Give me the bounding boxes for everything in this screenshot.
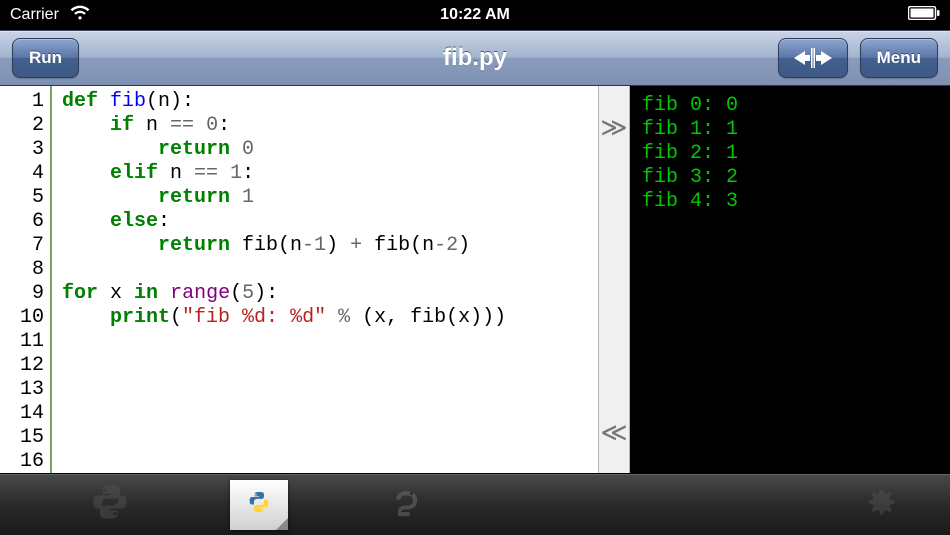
t: (n):	[146, 90, 194, 113]
t: :	[242, 162, 254, 185]
snake-icon	[388, 482, 428, 527]
t: :	[158, 210, 170, 233]
console-line: fib 3: 2	[642, 166, 938, 190]
t: )	[458, 234, 470, 257]
split-button[interactable]	[778, 38, 848, 78]
line-number: 6	[0, 210, 44, 234]
line-number: 2	[0, 114, 44, 138]
t: if	[110, 114, 134, 137]
t: 2	[446, 234, 458, 257]
t: (x, fib(x)))	[350, 306, 506, 329]
t: return	[158, 186, 230, 209]
line-number: 11	[0, 330, 44, 354]
editor-pane[interactable]: 1 2 3 4 5 6 7 8 9 10 11 12 13 14 15 16 d…	[0, 86, 598, 473]
line-number: 10	[0, 306, 44, 330]
t: 0	[242, 138, 254, 161]
console-output[interactable]: fib 0: 0fib 1: 1fib 2: 1fib 3: 2fib 4: 3	[630, 86, 950, 473]
split-arrows-icon	[793, 47, 833, 69]
t: else	[110, 210, 158, 233]
nav-bar: Run fib.py Menu	[0, 30, 950, 86]
t: for	[62, 282, 98, 305]
line-gutter: 1 2 3 4 5 6 7 8 9 10 11 12 13 14 15 16	[0, 86, 52, 473]
battery-icon	[908, 6, 940, 25]
status-bar: Carrier 10:22 AM	[0, 0, 950, 30]
carrier-label: Carrier	[10, 6, 59, 24]
t: return	[158, 234, 230, 257]
tab-settings[interactable]	[840, 481, 920, 529]
python-file-icon	[244, 484, 274, 525]
t: 1	[314, 234, 326, 257]
t	[326, 306, 338, 329]
t: n	[158, 162, 194, 185]
line-number: 16	[0, 450, 44, 473]
chevron-left-icon: ≪	[600, 419, 627, 445]
t: print	[110, 306, 170, 329]
t: elif	[110, 162, 158, 185]
t: in	[134, 282, 158, 305]
wifi-icon	[69, 5, 91, 26]
run-button[interactable]: Run	[12, 38, 79, 78]
t: (	[230, 282, 242, 305]
tab-bar	[0, 473, 950, 535]
t: ):	[254, 282, 278, 305]
t	[158, 282, 170, 305]
menu-button-label: Menu	[877, 48, 921, 68]
t: 5	[242, 282, 254, 305]
line-number: 13	[0, 378, 44, 402]
chevron-right-icon: ≫	[600, 114, 627, 140]
tab-console[interactable]	[368, 481, 448, 529]
t: def	[62, 90, 98, 113]
line-number: 14	[0, 402, 44, 426]
t: 0	[206, 114, 218, 137]
line-number: 12	[0, 354, 44, 378]
t: %	[338, 306, 350, 329]
line-number: 3	[0, 138, 44, 162]
console-line: fib 1: 1	[642, 118, 938, 142]
t: )	[326, 234, 350, 257]
t: ==	[170, 114, 194, 137]
tab-python[interactable]	[70, 481, 150, 529]
line-number: 7	[0, 234, 44, 258]
gear-icon	[861, 483, 899, 526]
run-button-label: Run	[29, 48, 62, 68]
console-line: fib 0: 0	[642, 94, 938, 118]
t: x	[98, 282, 134, 305]
code-area[interactable]: def fib(n): if n == 0: return 0 elif n =…	[52, 86, 598, 473]
line-number: 1	[0, 90, 44, 114]
t: 1	[242, 186, 254, 209]
python-logo-icon	[90, 482, 130, 527]
t: ==	[194, 162, 218, 185]
t	[218, 162, 230, 185]
pane-divider[interactable]: ≫ ≪	[598, 86, 630, 473]
app-frame: Carrier 10:22 AM Run fib.py	[0, 0, 950, 535]
file-title: fib.py	[443, 44, 507, 72]
t: fib(n	[230, 234, 302, 257]
line-number: 9	[0, 282, 44, 306]
t: "fib %d: %d"	[182, 306, 326, 329]
t: 1	[230, 162, 242, 185]
console-line: fib 2: 1	[642, 142, 938, 166]
line-number: 15	[0, 426, 44, 450]
t: n	[134, 114, 170, 137]
t: fib(n	[362, 234, 434, 257]
menu-button[interactable]: Menu	[860, 38, 938, 78]
line-number: 5	[0, 186, 44, 210]
t: (	[170, 306, 182, 329]
main-area: 1 2 3 4 5 6 7 8 9 10 11 12 13 14 15 16 d…	[0, 86, 950, 473]
t: return	[158, 138, 230, 161]
t: fib	[110, 90, 146, 113]
t: +	[350, 234, 362, 257]
console-line: fib 4: 3	[642, 190, 938, 214]
clock-label: 10:22 AM	[440, 6, 510, 24]
line-number: 4	[0, 162, 44, 186]
line-number: 8	[0, 258, 44, 282]
t: range	[170, 282, 230, 305]
t	[194, 114, 206, 137]
t: -	[434, 234, 446, 257]
tab-file-active[interactable]	[230, 480, 288, 530]
t: -	[302, 234, 314, 257]
t: :	[218, 114, 230, 137]
